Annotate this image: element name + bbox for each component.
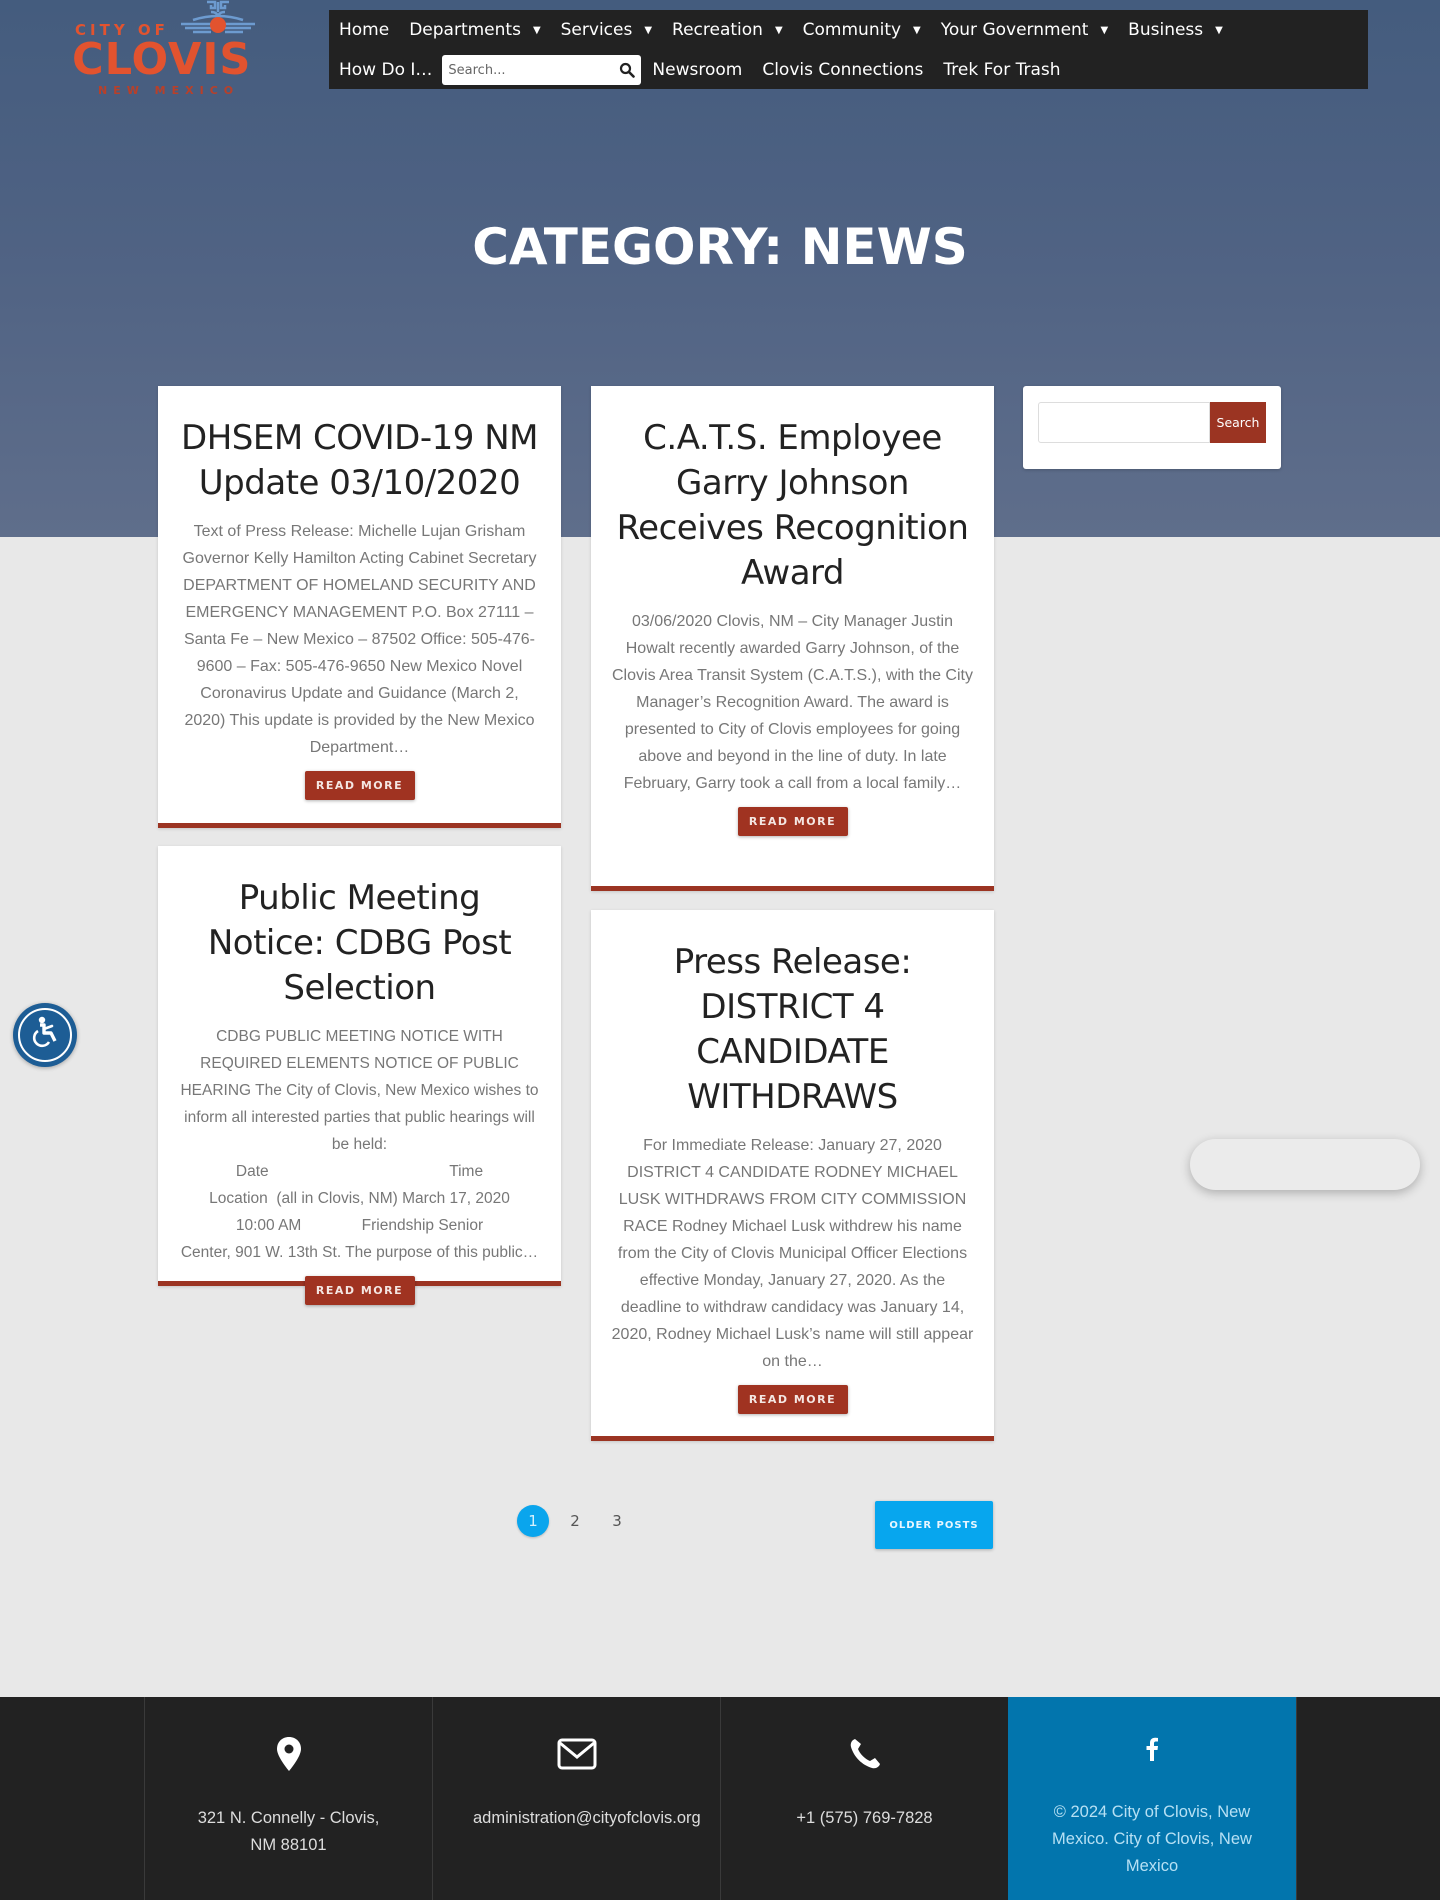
- footer-icon-wrap: [433, 1737, 720, 1777]
- site-footer: 321 N. Connelly - Clovis, NM 88101 admin…: [0, 1697, 1440, 1900]
- dropdown-caret-icon: ▼: [644, 24, 653, 36]
- nav-how-do-i-label: How Do I…: [339, 60, 433, 80]
- nav-trek-for-trash-label: Trek For Trash: [943, 60, 1061, 80]
- read-more-button[interactable]: READ MORE: [304, 771, 415, 800]
- post-title[interactable]: Press Release: DISTRICT 4 CANDIDATE WITH…: [611, 940, 974, 1120]
- nav-departments[interactable]: Departments ▼: [409, 20, 540, 40]
- post-excerpt-schedule: Date Time Location (all in Clovis, NM) M…: [180, 1163, 539, 1261]
- older-posts-button[interactable]: OLDER POSTS: [875, 1501, 993, 1549]
- facebook-icon[interactable]: [1145, 1737, 1159, 1761]
- nav-recreation-label: Recreation: [672, 20, 763, 40]
- envelope-icon: [557, 1738, 596, 1770]
- logo-clovis: CLOVIS: [72, 34, 252, 85]
- page-2-link[interactable]: 2: [559, 1505, 591, 1537]
- city-logo[interactable]: CITY OF CLOVIS NEW MEXICO: [70, 0, 270, 100]
- search-icon[interactable]: [619, 62, 636, 78]
- nav-search-box: [442, 55, 642, 85]
- nav-departments-label: Departments: [409, 20, 521, 40]
- nav-clovis-connections[interactable]: Clovis Connections: [762, 60, 923, 80]
- nav-home[interactable]: Home: [339, 20, 389, 40]
- sun-emblem-icon: [181, 0, 255, 34]
- footer-divider: [1296, 1697, 1297, 1900]
- post-card: Press Release: DISTRICT 4 CANDIDATE WITH…: [591, 910, 994, 1441]
- pagination: 1 2 3: [517, 1505, 643, 1537]
- floating-widget-pill[interactable]: [1190, 1139, 1420, 1190]
- post-excerpt: 03/06/2020 Clovis, NM – City Manager Jus…: [612, 613, 973, 792]
- dropdown-caret-icon: ▼: [532, 24, 541, 36]
- logo-new-mexico: NEW MEXICO: [98, 84, 240, 97]
- nav-services-label: Services: [560, 20, 633, 40]
- footer-address: 321 N. Connelly - Clovis, NM 88101: [144, 1697, 432, 1900]
- nav-trek-for-trash[interactable]: Trek For Trash: [943, 60, 1060, 80]
- nav-community-label: Community: [802, 20, 902, 40]
- nav-home-label: Home: [339, 20, 390, 40]
- map-marker-icon: [276, 1737, 301, 1771]
- nav-search-input[interactable]: [448, 62, 620, 78]
- post-excerpt: For Immediate Release: January 27, 2020 …: [611, 1137, 974, 1370]
- page-title: CATEGORY: NEWS: [472, 218, 968, 276]
- dropdown-caret-icon: ▼: [913, 24, 921, 36]
- accessibility-button[interactable]: [13, 1003, 77, 1067]
- nav-your-government-label: Your Government: [940, 20, 1089, 40]
- post-title[interactable]: Public Meeting Notice: CDBG Post Selecti…: [178, 876, 541, 1011]
- dropdown-caret-icon: ▼: [1100, 24, 1109, 36]
- post-card: DHSEM COVID-19 NM Update 03/10/2020 Text…: [158, 386, 561, 828]
- nav-newsroom-label: Newsroom: [652, 60, 743, 80]
- footer-phone: +1 (575) 769-7828: [720, 1697, 1008, 1900]
- footer-email-link[interactable]: administration@cityofclovis.org: [433, 1805, 720, 1832]
- read-more-button[interactable]: READ MORE: [737, 807, 848, 836]
- footer-social: © 2024 City of Clovis, New Mexico. City …: [1008, 1697, 1296, 1900]
- post-excerpt-text: CDBG PUBLIC MEETING NOTICE WITH REQUIRED…: [180, 1028, 539, 1153]
- main-navigation: Home Departments ▼ Services ▼ Recreation ▼ …: [329, 10, 1368, 89]
- nav-business[interactable]: Business ▼: [1128, 20, 1223, 40]
- nav-newsroom[interactable]: Newsroom: [652, 60, 742, 80]
- dropdown-caret-icon: ▼: [774, 24, 783, 36]
- post-excerpt: Text of Press Release: Michelle Lujan Gr…: [182, 523, 537, 756]
- nav-your-government[interactable]: Your Government ▼: [941, 20, 1108, 40]
- post-title[interactable]: C.A.T.S. Employee Garry Johnson Receives…: [611, 416, 974, 596]
- dropdown-caret-icon: ▼: [1215, 24, 1223, 36]
- nav-row-primary: Home Departments ▼ Services ▼ Recreation ▼ …: [339, 18, 1243, 42]
- page-1-current[interactable]: 1: [517, 1505, 549, 1537]
- footer-phone-text[interactable]: +1 (575) 769-7828: [721, 1805, 1008, 1832]
- footer-copyright: © 2024 City of Clovis, New Mexico. City …: [1052, 1803, 1252, 1875]
- nav-recreation[interactable]: Recreation ▼: [672, 20, 783, 40]
- nav-business-label: Business: [1128, 20, 1204, 40]
- post-card: Public Meeting Notice: CDBG Post Selecti…: [158, 846, 561, 1305]
- sidebar-search-input[interactable]: [1038, 402, 1210, 443]
- nav-services[interactable]: Services ▼: [561, 20, 652, 40]
- wheelchair-icon: [32, 1016, 57, 1048]
- nav-how-do-i[interactable]: How Do I…: [339, 60, 432, 80]
- nav-clovis-connections-label: Clovis Connections: [762, 60, 924, 80]
- footer-email: administration@cityofclovis.org: [432, 1697, 720, 1900]
- footer-icon-wrap: [721, 1737, 1008, 1777]
- footer-icon-wrap: [145, 1737, 432, 1777]
- footer-icon-wrap: [1008, 1737, 1296, 1777]
- post-card: C.A.T.S. Employee Garry Johnson Receives…: [591, 386, 994, 891]
- read-more-button[interactable]: READ MORE: [737, 1385, 848, 1414]
- post-title[interactable]: DHSEM COVID-19 NM Update 03/10/2020: [178, 416, 541, 506]
- read-more-button[interactable]: READ MORE: [304, 1276, 415, 1305]
- sidebar-search-widget: Search: [1023, 386, 1281, 469]
- phone-icon: [850, 1739, 880, 1769]
- nav-community[interactable]: Community ▼: [803, 20, 921, 40]
- post-excerpt: CDBG PUBLIC MEETING NOTICE WITH REQUIRED…: [178, 1023, 541, 1158]
- footer-address-text: 321 N. Connelly - Clovis, NM 88101: [197, 1809, 380, 1854]
- page-3-link[interactable]: 3: [601, 1505, 633, 1537]
- sidebar-search-button[interactable]: Search: [1210, 402, 1266, 443]
- nav-row-secondary: How Do I… Newsroom Clovis Connections Tr…: [339, 55, 1081, 85]
